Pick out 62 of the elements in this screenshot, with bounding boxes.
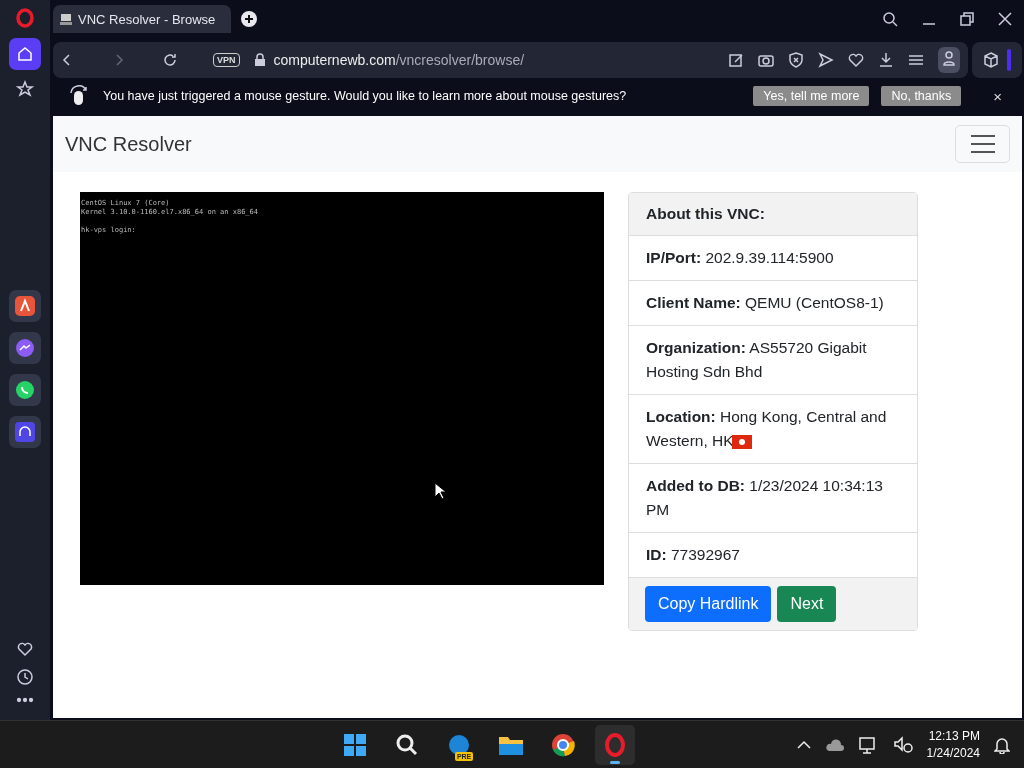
home-icon xyxy=(16,45,34,63)
phone-bubble-icon xyxy=(15,380,35,400)
lock-icon xyxy=(253,53,266,67)
person-icon xyxy=(941,50,957,66)
triangle-app-icon xyxy=(15,296,35,316)
card-title: About this VNC: xyxy=(629,193,917,236)
computer-icon xyxy=(59,12,73,26)
search-icon[interactable] xyxy=(882,11,898,27)
next-button[interactable]: Next xyxy=(777,586,837,622)
edit-icon[interactable] xyxy=(728,52,744,68)
opera-logo-icon[interactable] xyxy=(15,8,35,28)
search-icon xyxy=(395,732,420,757)
music-button[interactable] xyxy=(9,416,41,448)
gesture-message: You have just triggered a mouse gesture. Would you like to learn more about mouse gestures? xyxy=(103,89,627,103)
profile-button[interactable] xyxy=(938,47,960,73)
send-icon[interactable] xyxy=(818,52,834,68)
vpn-badge[interactable]: VPN xyxy=(213,53,240,67)
back-icon[interactable] xyxy=(61,53,71,67)
opera-button[interactable] xyxy=(595,724,636,765)
cursor-icon xyxy=(434,482,446,500)
site-brand[interactable]: VNC Resolver xyxy=(65,132,192,156)
new-tab-button[interactable] xyxy=(241,11,257,27)
plus-icon xyxy=(244,14,254,24)
download-icon[interactable] xyxy=(878,52,894,68)
windows-icon xyxy=(343,732,368,757)
chevron-up-icon[interactable] xyxy=(796,739,811,750)
heart-icon[interactable] xyxy=(16,640,34,658)
cube-icon[interactable] xyxy=(983,52,999,68)
info-text: Added to DB: 1/23/2024 10:34:13 PM xyxy=(646,477,883,518)
info-text: IP/Port: 202.9.39.114:5900 xyxy=(646,249,834,266)
menu-button[interactable] xyxy=(955,125,1010,163)
accent-bar xyxy=(1007,49,1011,71)
info-text: Client Name: QEMU (CentOS8-1) xyxy=(646,294,884,311)
speaker-muted-icon[interactable] xyxy=(892,735,913,754)
chat-bubble-icon xyxy=(15,338,35,358)
forward-icon[interactable] xyxy=(115,53,125,67)
whatsapp-button[interactable] xyxy=(9,374,41,406)
close-icon[interactable] xyxy=(998,12,1012,26)
info-text: Organization: AS55720 Gigabit Hosting Sdn Bhd xyxy=(646,339,867,380)
star-icon[interactable] xyxy=(16,80,34,98)
aria-app-button[interactable] xyxy=(9,290,41,322)
more-icon[interactable] xyxy=(16,696,34,704)
chrome-icon xyxy=(551,732,576,757)
close-button[interactable]: × xyxy=(987,86,1008,106)
copy-button[interactable]: Copy Hardlink xyxy=(645,586,772,622)
opera-logo-icon xyxy=(603,732,628,757)
messenger-button[interactable] xyxy=(9,332,41,364)
reload-icon[interactable] xyxy=(163,53,177,67)
restore-icon[interactable] xyxy=(960,12,974,26)
info-text: ID: 77392967 xyxy=(646,546,740,563)
url-field[interactable]: computernewb.com/vncresolver/browse/ xyxy=(273,52,525,68)
heart-icon[interactable] xyxy=(848,52,864,68)
clock[interactable]: 12:13 PM 1/24/2024 xyxy=(926,727,980,762)
clock-icon[interactable] xyxy=(16,668,34,686)
home-button[interactable] xyxy=(9,38,41,70)
browser-tab[interactable]: VNC Resolver - Browse xyxy=(53,5,231,33)
bell-icon[interactable] xyxy=(994,735,1010,754)
cloud-icon[interactable] xyxy=(824,737,845,752)
info-text: Location: Hong Kong, Central and Western, HK xyxy=(646,408,887,449)
shield-icon[interactable] xyxy=(788,52,804,68)
camera-icon[interactable] xyxy=(758,52,774,68)
menu-icon xyxy=(969,134,996,154)
